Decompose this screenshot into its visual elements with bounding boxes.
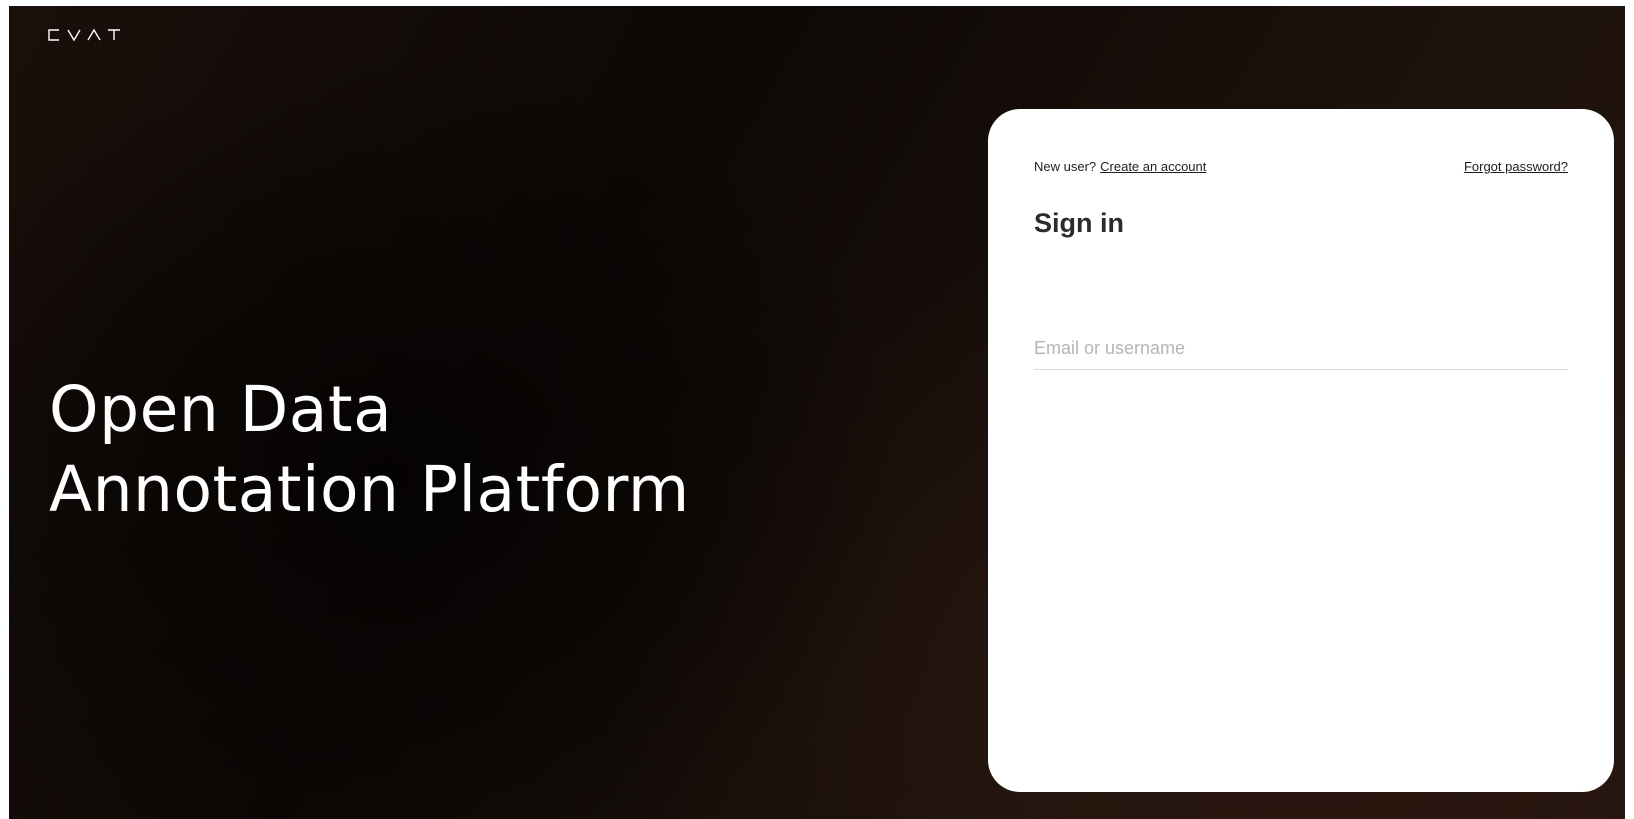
login-page-background: Open Data Annotation Platform New user? … [9,6,1625,819]
new-user-group: New user? Create an account [1034,159,1206,174]
logo-letter-c-icon [48,29,59,41]
new-user-prefix: New user? [1034,159,1097,174]
cvat-logo [47,28,121,42]
hero-heading: Open Data Annotation Platform [49,370,690,530]
card-top-links: New user? Create an account Forgot passw… [1034,159,1568,174]
hero-line-1: Open Data [49,373,393,446]
sign-in-title: Sign in [1034,208,1124,238]
logo-letter-a-icon [87,28,101,41]
hero-line-2: Annotation Platform [49,453,690,526]
sign-in-card: New user? Create an account Forgot passw… [988,109,1614,792]
create-account-link[interactable]: Create an account [1100,159,1206,174]
logo-letter-v-icon [67,29,81,42]
username-field-wrapper [1034,329,1568,370]
logo-letter-t-icon [108,29,120,40]
forgot-password-link[interactable]: Forgot password? [1464,159,1568,174]
email-or-username-input[interactable] [1034,329,1568,367]
